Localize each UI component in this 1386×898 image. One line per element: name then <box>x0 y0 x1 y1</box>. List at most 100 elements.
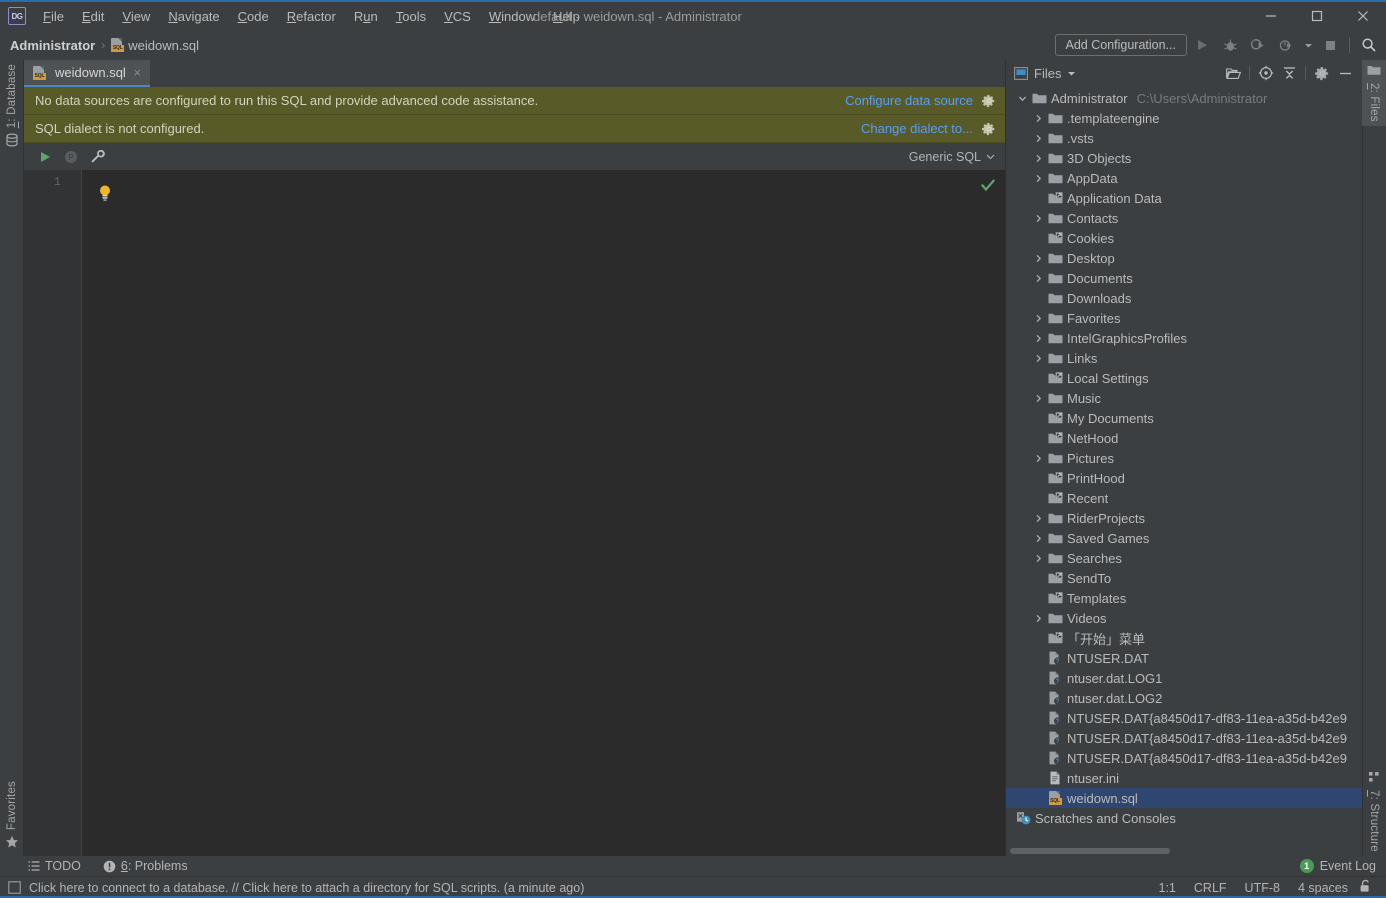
tree-row[interactable]: Videos <box>1006 608 1362 628</box>
chevron-right-icon[interactable] <box>1030 550 1046 566</box>
open-folder-icon[interactable] <box>1222 62 1244 84</box>
tree-row[interactable]: AppData <box>1006 168 1362 188</box>
tree-row[interactable]: ? NTUSER.DAT <box>1006 648 1362 668</box>
lightbulb-icon[interactable] <box>98 184 112 202</box>
menu-run[interactable]: Run <box>345 5 387 28</box>
tree-row[interactable]: Cookies <box>1006 228 1362 248</box>
maximize-button[interactable] <box>1294 2 1340 30</box>
files-panel-title-group[interactable]: Files <box>1014 66 1076 81</box>
unlocked-icon[interactable] <box>1357 879 1378 896</box>
sql-dialect-selector[interactable]: Generic SQL <box>909 143 995 170</box>
gear-icon[interactable] <box>981 93 997 109</box>
tree-row[interactable]: IntelGraphicsProfiles <box>1006 328 1362 348</box>
tree-row[interactable]: Music <box>1006 388 1362 408</box>
files-horizontal-scrollbar[interactable] <box>1006 846 1362 856</box>
chevron-right-icon[interactable] <box>1030 350 1046 366</box>
problems-button[interactable]: 6: Problems <box>103 859 188 873</box>
tree-row[interactable]: ? NTUSER.DAT{a8450d17-df83-11ea-a35d-b42e… <box>1006 708 1362 728</box>
tree-row[interactable]: NetHood <box>1006 428 1362 448</box>
code-text-area[interactable] <box>82 170 1005 856</box>
sidebar-item-structure[interactable]: 7: Structure <box>1362 767 1386 856</box>
chevron-right-icon[interactable] <box>1030 450 1046 466</box>
tree-row[interactable]: Desktop <box>1006 248 1362 268</box>
tree-row[interactable]: SendTo <box>1006 568 1362 588</box>
chevron-right-icon[interactable] <box>1030 330 1046 346</box>
chevron-down-icon[interactable] <box>1014 90 1030 106</box>
menu-edit[interactable]: Edit <box>73 5 113 28</box>
chevron-right-icon[interactable] <box>1030 130 1046 146</box>
chevron-right-icon[interactable] <box>1030 310 1046 326</box>
stop-icon[interactable] <box>1317 32 1343 58</box>
profile-dropdown-icon[interactable] <box>1301 32 1315 58</box>
tree-row[interactable]: ? NTUSER.DAT{a8450d17-df83-11ea-a35d-b42e… <box>1006 748 1362 768</box>
minimize-button[interactable] <box>1248 2 1294 30</box>
search-everywhere-icon[interactable] <box>1356 32 1382 58</box>
configure-data-source-link[interactable]: Configure data source <box>845 93 973 108</box>
todo-button[interactable]: TODO <box>28 859 81 873</box>
close-tab-icon[interactable]: × <box>131 66 144 79</box>
tree-row-root[interactable]: Administrator C:\Users\Administrator <box>1006 88 1362 108</box>
chevron-right-icon[interactable] <box>1030 170 1046 186</box>
menu-tools[interactable]: Tools <box>387 5 435 28</box>
tree-row[interactable]: RiderProjects <box>1006 508 1362 528</box>
debug-icon[interactable] <box>1217 32 1243 58</box>
tree-row[interactable]: Local Settings <box>1006 368 1362 388</box>
menu-code[interactable]: Code <box>229 5 278 28</box>
menu-refactor[interactable]: Refactor <box>278 5 345 28</box>
fold-gutter[interactable] <box>70 170 82 856</box>
tree-row[interactable]: Templates <box>1006 588 1362 608</box>
settings-gear-icon[interactable] <box>1311 62 1333 84</box>
tree-row[interactable]: .vsts <box>1006 128 1362 148</box>
menu-navigate[interactable]: Navigate <box>159 5 228 28</box>
tree-row[interactable]: Searches <box>1006 548 1362 568</box>
tree-row[interactable]: My Documents <box>1006 408 1362 428</box>
tree-row[interactable]: Recent <box>1006 488 1362 508</box>
editor-tab-weidown-sql[interactable]: SQL weidown.sql × <box>24 60 150 87</box>
breadcrumb-file[interactable]: weidown.sql <box>128 38 199 53</box>
chevron-right-icon[interactable] <box>1030 210 1046 226</box>
tree-row-selected[interactable]: SQL weidown.sql <box>1006 788 1362 808</box>
tree-row[interactable]: Links <box>1006 348 1362 368</box>
chevron-right-icon[interactable] <box>1030 270 1046 286</box>
add-configuration-button[interactable]: Add Configuration... <box>1054 34 1187 56</box>
execute-icon[interactable] <box>32 146 58 168</box>
tree-row[interactable]: ? ntuser.dat.LOG1 <box>1006 668 1362 688</box>
breadcrumb-root[interactable]: Administrator <box>10 38 95 53</box>
tree-row[interactable]: .templateengine <box>1006 108 1362 128</box>
scrollbar-thumb[interactable] <box>1010 848 1170 854</box>
tree-row[interactable]: Pictures <box>1006 448 1362 468</box>
event-log-button[interactable]: Event Log <box>1320 859 1376 873</box>
chevron-right-icon[interactable] <box>1030 150 1046 166</box>
sidebar-item-database[interactable]: 1: Database <box>0 60 24 154</box>
change-dialect-link[interactable]: Change dialect to... <box>861 121 973 136</box>
tree-row[interactable]: 「开始」菜单 <box>1006 628 1362 648</box>
gear-icon[interactable] <box>981 121 997 137</box>
tree-row[interactable]: Contacts <box>1006 208 1362 228</box>
status-message[interactable]: Click here to connect to a database. // … <box>29 881 584 895</box>
hide-panel-icon[interactable] <box>1334 62 1356 84</box>
menu-view[interactable]: View <box>113 5 159 28</box>
chevron-right-icon[interactable] <box>1030 390 1046 406</box>
tree-row[interactable]: Documents <box>1006 268 1362 288</box>
run-with-coverage-icon[interactable] <box>1245 32 1271 58</box>
sidebar-item-files[interactable]: 2: Files <box>1362 60 1386 126</box>
tree-row[interactable]: Saved Games <box>1006 528 1362 548</box>
chevron-right-icon[interactable] <box>1030 110 1046 126</box>
line-separator[interactable]: CRLF <box>1185 881 1236 895</box>
collapse-all-icon[interactable] <box>1278 62 1300 84</box>
scroll-from-source-icon[interactable] <box>1255 62 1277 84</box>
tree-row[interactable]: ntuser.ini <box>1006 768 1362 788</box>
tree-row[interactable]: Application Data <box>1006 188 1362 208</box>
tree-row[interactable]: ? NTUSER.DAT{a8450d17-df83-11ea-a35d-b42e… <box>1006 728 1362 748</box>
tree-row[interactable]: PrintHood <box>1006 468 1362 488</box>
file-encoding[interactable]: UTF-8 <box>1236 881 1289 895</box>
file-tree[interactable]: Administrator C:\Users\Administrator .te… <box>1006 86 1362 846</box>
code-editor[interactable]: 1 <box>24 170 1005 856</box>
chevron-right-icon[interactable] <box>1030 610 1046 626</box>
tree-row[interactable]: Favorites <box>1006 308 1362 328</box>
chevron-right-icon[interactable] <box>1030 250 1046 266</box>
inspection-ok-icon[interactable] <box>980 179 996 196</box>
profile-icon[interactable] <box>1273 32 1299 58</box>
tree-row[interactable]: Scratches and Consoles <box>1006 808 1362 828</box>
menu-vcs[interactable]: VCS <box>435 5 480 28</box>
